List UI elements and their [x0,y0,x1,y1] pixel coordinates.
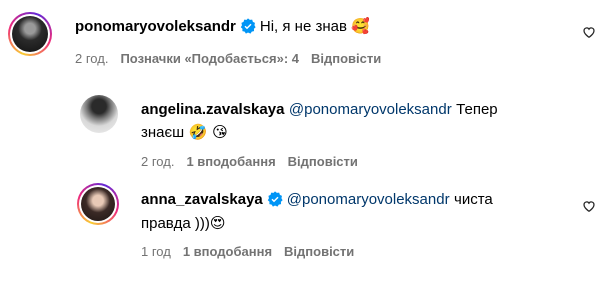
reply-button[interactable]: Відповісти [288,154,358,169]
comment-likes[interactable]: Позначки «Подобається»: 4 [120,51,299,66]
verified-badge-icon [267,191,283,207]
comment-emoji: 🤣 😘 [188,123,228,141]
reply-comment: angelina.zavalskaya @ponomaryovoleksandr… [141,101,498,119]
comment-emoji: 🥰 [351,17,371,35]
comment-username[interactable]: ponomaryovoleksandr [75,18,236,35]
heart-outline-icon[interactable] [582,25,596,39]
comment-meta: 1 год 1 вподобання Відповісти [141,244,366,259]
comment-meta: 2 год. Позначки «Подобається»: 4 Відповіст… [75,51,393,66]
comment-text: Ні, я не знав [259,18,347,35]
comment-text-line: знаєш 🤣 😘 [141,123,228,142]
comment-time[interactable]: 2 год. [75,51,108,66]
verified-badge-icon [240,18,256,34]
comment-text: Тепер [456,101,498,118]
comment-mention[interactable]: @ponomaryovoleksandr [287,191,450,208]
comment-text: правда ))) [141,215,210,232]
comment-text: чиста [454,191,493,208]
comment-time[interactable]: 1 год [141,244,171,259]
comment-text-line: правда )))😍 [141,214,226,233]
comment-text: знаєш [141,124,185,141]
comment-username[interactable]: anna_zavalskaya [141,191,263,208]
comment-main: ponomaryovoleksandr Ні, я не знав 🥰 [75,17,370,36]
avatar[interactable] [12,16,48,52]
comment-meta: 2 год. 1 вподобання Відповісти [141,154,370,169]
comment-likes[interactable]: 1 вподобання [183,244,272,259]
avatar[interactable] [81,187,115,221]
reply-comment: anna_zavalskaya @ponomaryovoleksandr чист… [141,191,493,209]
comment-username[interactable]: angelina.zavalskaya [141,101,284,118]
comment-mention[interactable]: @ponomaryovoleksandr [289,101,452,118]
comment-likes[interactable]: 1 вподобання [186,154,275,169]
heart-outline-icon[interactable] [582,199,596,213]
reply-button[interactable]: Відповісти [284,244,354,259]
comment-emoji: 😍 [209,214,226,232]
reply-button[interactable]: Відповісти [311,51,381,66]
comment-time[interactable]: 2 год. [141,154,174,169]
avatar[interactable] [80,95,118,133]
